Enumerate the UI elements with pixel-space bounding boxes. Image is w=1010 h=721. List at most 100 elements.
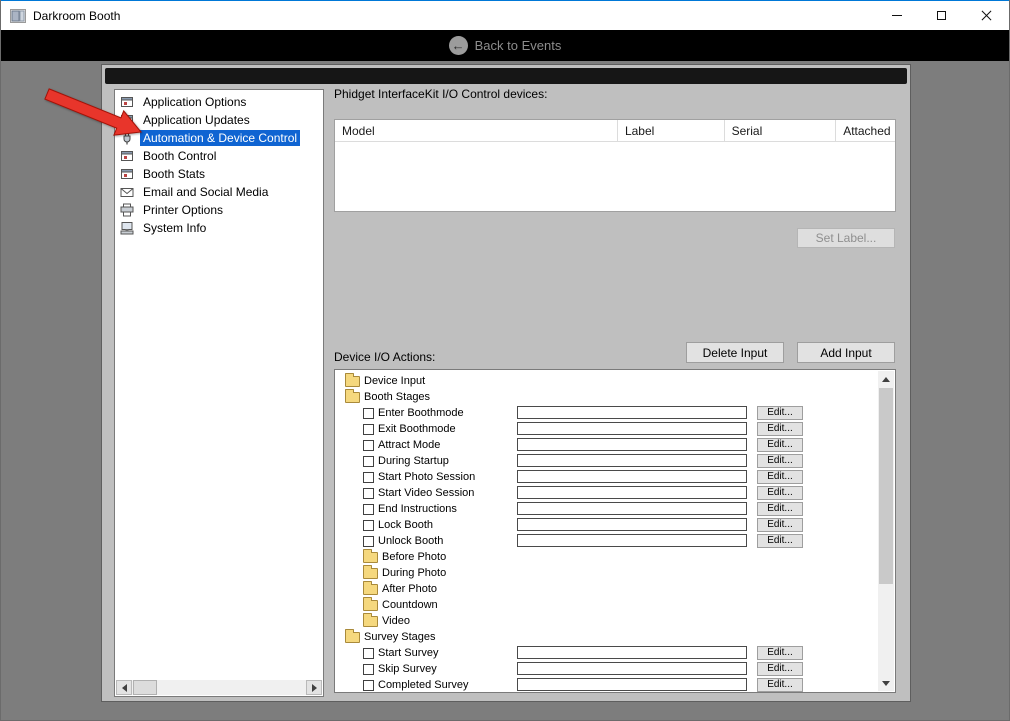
edit-button[interactable]: Edit... — [757, 502, 803, 516]
folder-row-video[interactable]: Video — [335, 613, 878, 629]
action-checkbox[interactable] — [363, 679, 374, 691]
folder-row-before-photo[interactable]: Before Photo — [335, 549, 878, 565]
vertical-scroll-thumb[interactable] — [879, 388, 893, 584]
actions-section-label: Device I/O Actions: — [334, 350, 436, 364]
folder-label: Survey Stages — [364, 631, 436, 643]
folder-label: During Photo — [382, 567, 447, 579]
action-value-input[interactable] — [517, 502, 747, 515]
edit-button[interactable]: Edit... — [757, 422, 803, 436]
sidebar-item-booth-control[interactable]: Booth Control — [115, 147, 323, 165]
add-input-button[interactable]: Add Input — [797, 342, 895, 363]
edit-button[interactable]: Edit... — [757, 438, 803, 452]
action-checkbox[interactable] — [363, 647, 374, 659]
column-header-model[interactable]: Model — [335, 120, 618, 141]
back-arrow-icon: ← — [448, 36, 468, 55]
edit-button[interactable]: Edit... — [757, 662, 803, 676]
scroll-down-arrow[interactable] — [878, 675, 894, 691]
action-row-during-startup: During Startup Edit... — [335, 453, 878, 469]
action-value-input[interactable] — [517, 454, 747, 467]
action-checkbox[interactable] — [363, 663, 374, 675]
sidebar-item-label: Booth Stats — [143, 167, 206, 181]
action-value-input[interactable] — [517, 662, 747, 675]
action-value-input[interactable] — [517, 678, 747, 691]
sidebar-item-printer-options[interactable]: Printer Options — [115, 201, 323, 219]
edit-button[interactable]: Edit... — [757, 470, 803, 484]
sidebar-item-application-options[interactable]: Application Options — [115, 93, 323, 111]
action-label: During Startup — [378, 455, 449, 467]
folder-row-survey-stages[interactable]: Survey Stages — [335, 629, 878, 645]
edit-button[interactable]: Edit... — [757, 406, 803, 420]
folder-row-device-input[interactable]: Device Input — [335, 373, 878, 389]
folder-row-booth-stages[interactable]: Booth Stages — [335, 389, 878, 405]
edit-button[interactable]: Edit... — [757, 518, 803, 532]
action-checkbox[interactable] — [363, 487, 374, 499]
settings-sidebar: Application Options Application Updates Au… — [114, 89, 324, 697]
action-checkbox[interactable] — [363, 455, 374, 467]
folder-row-during-photo[interactable]: During Photo — [335, 565, 878, 581]
action-checkbox[interactable] — [363, 471, 374, 483]
sidebar-item-email-and-social-media[interactable]: Email and Social Media — [115, 183, 323, 201]
devices-table: Model Label Serial Attached — [334, 119, 896, 212]
scroll-up-arrow[interactable] — [878, 371, 894, 387]
sidebar-item-system-info[interactable]: System Info — [115, 219, 323, 237]
folder-icon — [363, 613, 378, 627]
folder-row-after-photo[interactable]: After Photo — [335, 581, 878, 597]
right-triangle-icon — [311, 683, 317, 692]
action-checkbox[interactable] — [363, 407, 374, 419]
action-checkbox[interactable] — [363, 503, 374, 515]
minimize-button[interactable] — [874, 1, 919, 30]
action-value-input[interactable] — [517, 518, 747, 531]
sidebar-item-label: Printer Options — [143, 203, 224, 217]
column-header-attached[interactable]: Attached — [836, 120, 895, 141]
delete-input-button[interactable]: Delete Input — [686, 342, 784, 363]
sidebar-horizontal-scrollbar[interactable] — [116, 680, 322, 695]
plug-icon — [120, 131, 136, 145]
action-checkbox[interactable] — [363, 423, 374, 435]
edit-button[interactable]: Edit... — [757, 678, 803, 692]
action-value-input[interactable] — [517, 470, 747, 483]
app-icon — [10, 8, 26, 23]
action-checkbox[interactable] — [363, 439, 374, 451]
app-window-icon — [120, 149, 136, 163]
folder-row-countdown[interactable]: Countdown — [335, 597, 878, 613]
folder-label: Booth Stages — [364, 391, 431, 403]
action-label: Completed Survey — [378, 679, 469, 691]
action-label: Exit Boothmode — [378, 423, 456, 435]
folder-icon — [345, 629, 360, 643]
edit-button[interactable]: Edit... — [757, 486, 803, 500]
column-header-label[interactable]: Label — [618, 120, 725, 141]
action-checkbox[interactable] — [363, 535, 374, 547]
edit-button[interactable]: Edit... — [757, 534, 803, 548]
sidebar-item-booth-stats[interactable]: Booth Stats — [115, 165, 323, 183]
folder-label: Countdown — [382, 599, 438, 611]
column-header-serial[interactable]: Serial — [725, 120, 837, 141]
action-label: End Instructions — [378, 503, 457, 515]
action-row-unlock-booth: Unlock Booth Edit... — [335, 533, 878, 549]
actions-vertical-scrollbar[interactable] — [878, 371, 894, 691]
horizontal-scroll-thumb[interactable] — [133, 680, 157, 695]
sidebar-item-automation-device-control[interactable]: Automation & Device Control — [115, 129, 323, 147]
edit-button[interactable]: Edit... — [757, 646, 803, 660]
close-button[interactable] — [964, 1, 1009, 30]
set-label-button[interactable]: Set Label... — [797, 228, 895, 248]
back-to-events-button[interactable]: ← Back to Events — [448, 36, 561, 55]
actions-list: Device Input Booth Stages Enter Boothmode E… — [335, 373, 878, 692]
folder-icon — [363, 565, 378, 579]
maximize-icon — [937, 11, 946, 20]
action-value-input[interactable] — [517, 646, 747, 659]
close-icon — [981, 10, 992, 21]
action-value-input[interactable] — [517, 438, 747, 451]
scroll-left-arrow[interactable] — [116, 680, 132, 695]
action-value-input[interactable] — [517, 486, 747, 499]
sidebar-item-application-updates[interactable]: Application Updates — [115, 111, 323, 129]
action-value-input[interactable] — [517, 534, 747, 547]
edit-button[interactable]: Edit... — [757, 454, 803, 468]
scroll-right-arrow[interactable] — [306, 680, 322, 695]
action-checkbox[interactable] — [363, 519, 374, 531]
computer-icon — [120, 221, 136, 235]
folder-label: After Photo — [382, 583, 438, 595]
action-value-input[interactable] — [517, 422, 747, 435]
maximize-button[interactable] — [919, 1, 964, 30]
action-value-input[interactable] — [517, 406, 747, 419]
folder-icon — [345, 373, 360, 387]
